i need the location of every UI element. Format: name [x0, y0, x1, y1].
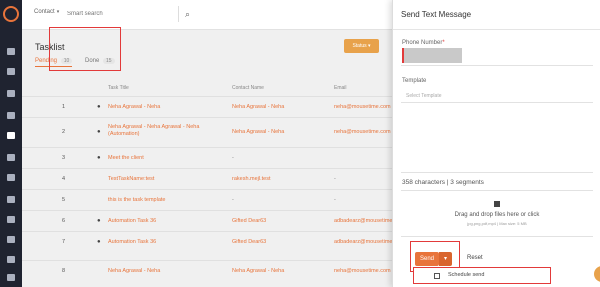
campaign-icon[interactable]	[7, 112, 15, 119]
user-icon: ●	[97, 155, 101, 161]
highlight-box-tasklist	[49, 27, 121, 71]
table-row[interactable]: 7 ● Automation Task 36 Gifted Dear63 adb…	[22, 231, 404, 252]
calendar-icon	[434, 273, 440, 279]
char-count: 358 characters | 3 segments	[402, 179, 484, 186]
row-email[interactable]: neha@mousetime.com	[334, 268, 391, 274]
task-type-icon: ●	[97, 129, 101, 135]
template-label: Template	[402, 78, 427, 84]
table-row[interactable]: 5 this is the task template - -	[22, 189, 392, 210]
required-marker: *	[442, 40, 445, 46]
status-button-label: Status	[352, 43, 367, 49]
row-title[interactable]: TestTaskName:test	[108, 176, 154, 182]
row-contact[interactable]: Gifted Dear63	[232, 218, 266, 224]
contact-select-label: Contact	[34, 9, 55, 15]
tasks-icon[interactable]	[7, 132, 15, 139]
table-row[interactable]: 3 ● Meet the client -	[22, 147, 392, 168]
tasklist-page: Contact▾ ⌕ Tasklist Pending 10 Done 15 S…	[22, 0, 404, 287]
row-contact: -	[232, 155, 234, 161]
folder-icon[interactable]	[7, 174, 15, 181]
globe-icon[interactable]	[7, 196, 15, 203]
row-number: 7	[62, 239, 66, 245]
home-icon[interactable]	[7, 48, 15, 55]
row-title[interactable]: Neha Agrawal - Neha	[108, 268, 160, 274]
row-number: 8	[62, 268, 66, 274]
phone-number-label-text: Phone Number	[402, 40, 443, 46]
row-email: -	[334, 197, 336, 203]
file-upload-zone[interactable]: Drag and drop files here or click jpg,pn…	[402, 196, 592, 234]
row-title[interactable]: Meet the client	[108, 155, 144, 161]
table-row[interactable]: 1 ● Neha Agrawal - Neha Neha Agrawal - N…	[22, 96, 392, 117]
task-type-icon: ●	[97, 104, 101, 110]
row-title[interactable]: Neha Agrawal - Neha Agrawal - Neha (Auto…	[108, 124, 218, 138]
tools-icon[interactable]	[7, 274, 15, 281]
phone-number-field[interactable]	[402, 48, 462, 63]
contacts-icon[interactable]	[7, 68, 15, 75]
chevron-down-icon: ▾	[56, 9, 60, 15]
app-logo[interactable]	[3, 6, 19, 22]
phone-number-label: Phone Number*	[402, 40, 445, 46]
status-button[interactable]: Status ▾	[344, 39, 379, 53]
row-contact[interactable]: Neha Agrawal - Neha	[232, 129, 284, 135]
row-contact[interactable]: Gifted Dear63	[232, 239, 266, 245]
row-number: 5	[62, 197, 66, 203]
table-header: Task Title Contact Name Email	[22, 82, 392, 94]
schedule-send-option[interactable]: Schedule send	[413, 267, 551, 284]
row-title[interactable]: Automation Task 36	[108, 239, 156, 245]
header-contact-name: Contact Name	[232, 85, 264, 91]
table-row[interactable]: 2 ● Neha Agrawal - Neha Agrawal - Neha (…	[22, 117, 392, 147]
filter-icon[interactable]	[7, 90, 15, 97]
search-input[interactable]	[67, 8, 182, 20]
upload-text: Drag and drop files here or click	[454, 212, 540, 218]
upload-hint: jpg,png,pdf,mp4 | Max size: 5 MB	[467, 221, 527, 226]
list-icon[interactable]	[7, 154, 15, 161]
row-contact[interactable]: Neha Agrawal - Neha	[232, 268, 284, 274]
divider	[401, 172, 593, 173]
template-select[interactable]: Select Template	[406, 93, 441, 99]
automation-icon: ●	[97, 218, 101, 224]
calendar-icon[interactable]	[7, 236, 15, 243]
divider	[401, 236, 593, 237]
panel-header: Send Text Message	[393, 0, 600, 30]
row-contact: -	[232, 197, 234, 203]
row-number: 6	[62, 218, 66, 224]
header-email: Email	[334, 85, 347, 91]
top-bar: Contact▾ ⌕	[22, 0, 392, 30]
row-email: -	[334, 176, 336, 182]
row-contact[interactable]: rakesh.mejl.test	[232, 176, 271, 182]
row-title[interactable]: Neha Agrawal - Neha	[108, 104, 160, 110]
row-email[interactable]: neha@mousetime.com	[334, 129, 391, 135]
panel-title: Send Text Message	[401, 10, 472, 19]
automation-icon: ●	[97, 239, 101, 245]
search-icon: ⌕	[184, 9, 191, 19]
table-row[interactable]: 6 ● Automation Task 36 Gifted Dear63 adb…	[22, 210, 404, 231]
contact-select[interactable]: Contact ▾	[34, 9, 59, 15]
row-number: 4	[62, 176, 66, 182]
row-number: 3	[62, 155, 66, 161]
row-contact[interactable]: Neha Agrawal - Neha	[232, 104, 284, 110]
divider	[401, 190, 593, 191]
row-number: 2	[62, 129, 66, 135]
grid-icon[interactable]	[7, 216, 15, 223]
reset-button[interactable]: Reset	[467, 255, 483, 261]
table-row[interactable]: 4 TestTaskName:test rakesh.mejl.test -	[22, 168, 392, 189]
divider	[401, 102, 593, 103]
row-number: 1	[62, 104, 66, 110]
table-row[interactable]: 8 Neha Agrawal - Neha Neha Agrawal - Neh…	[22, 260, 392, 281]
left-nav	[0, 0, 22, 287]
divider	[401, 65, 593, 66]
search-button[interactable]: ⌕	[178, 6, 196, 22]
header-task-title: Task Title	[108, 85, 129, 91]
schedule-send-label: Schedule send	[448, 272, 485, 278]
send-text-message-panel: Send Text Message Phone Number* Template…	[392, 0, 600, 287]
mail-icon[interactable]	[7, 256, 15, 263]
row-email[interactable]: neha@mousetime.com	[334, 104, 391, 110]
file-icon	[494, 201, 500, 207]
row-title[interactable]: this is the task template	[108, 197, 165, 203]
row-title[interactable]: Automation Task 36	[108, 218, 156, 224]
